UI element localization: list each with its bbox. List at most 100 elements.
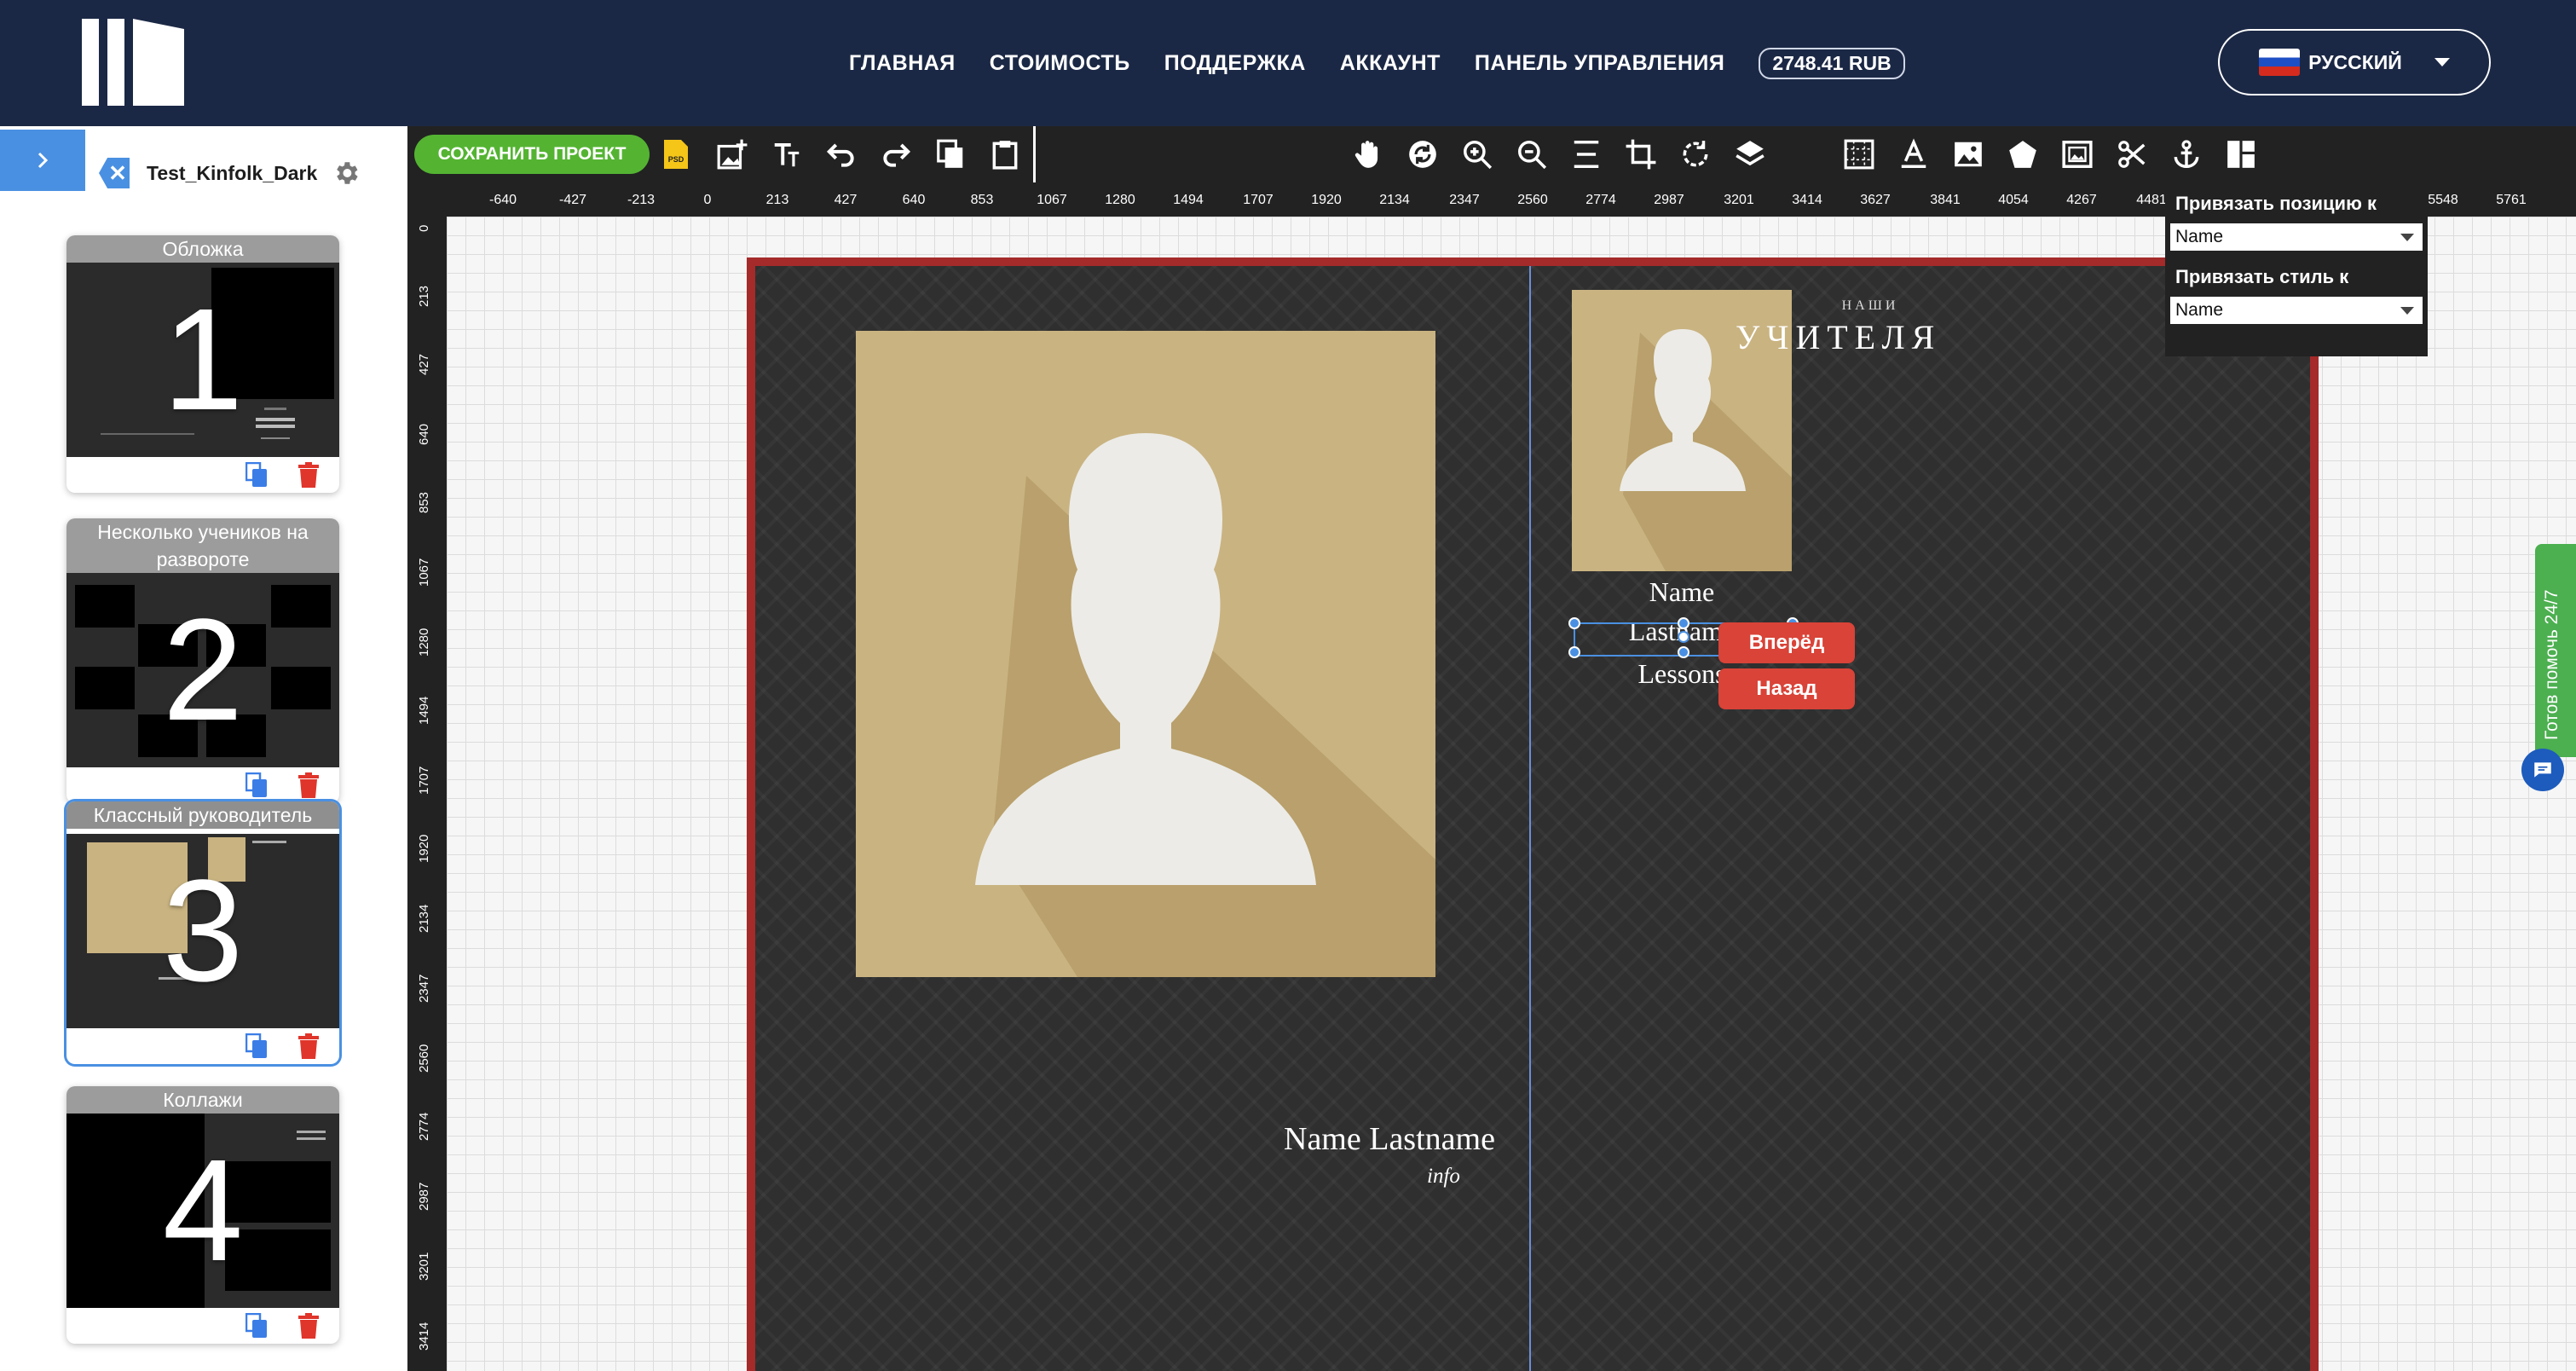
resize-handle[interactable]: [1678, 617, 1689, 629]
delete-page-icon[interactable]: [298, 1033, 319, 1059]
layout-icon[interactable]: [2223, 136, 2259, 172]
bind-style-label: Привязать стиль к: [2175, 266, 2349, 287]
ruler-tick-label: 427: [834, 193, 858, 207]
chevron-down-icon: [2400, 307, 2414, 315]
zoom-out-icon[interactable]: [1514, 136, 1550, 172]
page-thumbnail[interactable]: 2: [66, 573, 339, 767]
copy-page-icon[interactable]: [245, 772, 268, 798]
crop-icon[interactable]: [1623, 136, 1659, 172]
toolbar-separator: [1033, 126, 1036, 182]
page-thumbnail[interactable]: 4: [66, 1114, 339, 1308]
scissors-icon[interactable]: [2114, 136, 2150, 172]
resize-handle[interactable]: [1568, 617, 1580, 629]
add-image-icon[interactable]: [714, 136, 750, 172]
send-backward-button[interactable]: Назад: [1718, 668, 1855, 709]
gear-icon[interactable]: [331, 158, 361, 188]
rotate-handle[interactable]: [1678, 631, 1689, 643]
ruler-tick-label: 4054: [1998, 193, 2029, 207]
anchor-icon[interactable]: [2169, 136, 2204, 172]
frame-icon[interactable]: [2059, 136, 2095, 172]
ruler-tick-label: 0: [417, 224, 431, 232]
ruler-tick-label: 2774: [417, 1112, 431, 1141]
pentagon-icon[interactable]: [2005, 136, 2041, 172]
help-tab[interactable]: Готов помочь 24/7: [2535, 544, 2576, 757]
chat-icon: [2534, 762, 2551, 778]
ruler-tick-label: 1707: [417, 766, 431, 795]
project-header: ✕ Test_Kinfolk_Dark: [99, 152, 361, 194]
close-project-icon[interactable]: ✕: [99, 158, 130, 188]
align-icon[interactable]: [1568, 136, 1604, 172]
layers-icon[interactable]: [1732, 136, 1768, 172]
psd-icon[interactable]: PSD: [658, 136, 694, 172]
student-name-text[interactable]: Name Lastname: [1284, 1120, 1495, 1158]
ruler-tick-label: 1920: [1311, 193, 1342, 207]
page-thumbnail[interactable]: 1: [66, 263, 339, 457]
copy-page-icon[interactable]: [245, 1313, 268, 1339]
bind-style-select[interactable]: Name: [2170, 297, 2423, 324]
balance-badge[interactable]: 2748.41 RUB: [1759, 47, 1905, 79]
zoom-in-icon[interactable]: [1459, 136, 1495, 172]
photo-placeholder-large[interactable]: [856, 331, 1435, 977]
project-name: Test_Kinfolk_Dark: [147, 161, 318, 184]
bind-position-select[interactable]: Name: [2170, 223, 2423, 251]
page-card-title: Классный руководитель: [66, 801, 339, 829]
resize-handle[interactable]: [1568, 646, 1580, 658]
language-selector[interactable]: РУССКИЙ: [2218, 29, 2491, 95]
ruler-tick-label: 4267: [2066, 193, 2097, 207]
page-number: 2: [162, 589, 244, 751]
ruler-tick-label: 2134: [1379, 193, 1410, 207]
page-card-1[interactable]: Обложка 1: [66, 235, 339, 493]
top-navigation-bar: ГЛАВНАЯ СТОИМОСТЬ ПОДДЕРЖКА АККАУНТ ПАНЕ…: [0, 0, 2576, 126]
resize-handle[interactable]: [1678, 646, 1689, 658]
spread-fold-line: [1529, 266, 1531, 1371]
psd-label: PSD: [668, 155, 684, 164]
ruler-tick-label: 3627: [1860, 193, 1891, 207]
grid-icon[interactable]: [1841, 136, 1877, 172]
header-subtitle[interactable]: НАШИ: [1793, 298, 1947, 314]
delete-page-icon[interactable]: [298, 772, 319, 798]
add-text-icon[interactable]: [769, 136, 805, 172]
copy-page-icon[interactable]: [245, 462, 268, 488]
design-canvas[interactable]: Name Lastname info НАШИ УЧИТЕЛЯ Name Las…: [447, 217, 2576, 1371]
header-title[interactable]: УЧИТЕЛЯ: [1736, 317, 1941, 357]
paste-icon[interactable]: [987, 136, 1023, 172]
save-project-button[interactable]: СОХРАНИТЬ ПРОЕКТ: [414, 135, 650, 174]
nav-link-support[interactable]: ПОДДЕРЖКА: [1164, 51, 1306, 76]
text-color-icon[interactable]: [1896, 136, 1932, 172]
bring-forward-button[interactable]: Вперёд: [1718, 622, 1855, 663]
image-icon[interactable]: [1950, 136, 1986, 172]
page-card-3[interactable]: Классный руководитель 3: [66, 801, 339, 1064]
nav-link-dashboard[interactable]: ПАНЕЛЬ УПРАВЛЕНИЯ: [1475, 51, 1724, 76]
page-thumbnail[interactable]: 3: [66, 834, 339, 1028]
ruler-tick-label: 1280: [417, 628, 431, 657]
rotate-icon[interactable]: [1678, 136, 1713, 172]
nav-link-account[interactable]: АККАУНТ: [1340, 51, 1441, 76]
page-card-title: Обложка: [66, 235, 339, 263]
delete-page-icon[interactable]: [298, 462, 319, 488]
page-card-actions: [66, 457, 339, 493]
delete-page-icon[interactable]: [298, 1313, 319, 1339]
page-card-4[interactable]: Коллажи 4: [66, 1086, 339, 1344]
ruler-vertical[interactable]: 0 213 427 640 853 1067 1280 1494 1707 19…: [407, 217, 447, 1371]
copy-icon[interactable]: [933, 136, 968, 172]
redo-icon[interactable]: [878, 136, 914, 172]
sidebar-toggle-button[interactable]: [0, 130, 85, 191]
logo[interactable]: [82, 19, 184, 106]
chat-button[interactable]: [2521, 749, 2564, 791]
nav-link-pricing[interactable]: СТОИМОСТЬ: [990, 51, 1130, 76]
page-spread[interactable]: Name Lastname info НАШИ УЧИТЕЛЯ Name Las…: [747, 257, 2319, 1371]
page-card-title: Коллажи: [66, 1086, 339, 1114]
info-text[interactable]: info: [1427, 1165, 1460, 1189]
undo-icon[interactable]: [823, 136, 859, 172]
copy-page-icon[interactable]: [245, 1033, 268, 1059]
rotate-view-icon[interactable]: [1405, 136, 1441, 172]
language-label: РУССКИЙ: [2308, 50, 2402, 73]
teacher-name-text[interactable]: Name: [1572, 576, 1792, 608]
page-card-2[interactable]: Несколько учеников на развороте 2: [66, 518, 339, 803]
page-number: 3: [162, 850, 244, 1012]
nav-link-home[interactable]: ГЛАВНАЯ: [849, 51, 956, 76]
hand-icon[interactable]: [1350, 136, 1386, 172]
moon-icon[interactable]: [1787, 136, 1822, 172]
ruler-tick-label: 2134: [417, 904, 431, 933]
ruler-tick-label: 640: [417, 423, 431, 445]
